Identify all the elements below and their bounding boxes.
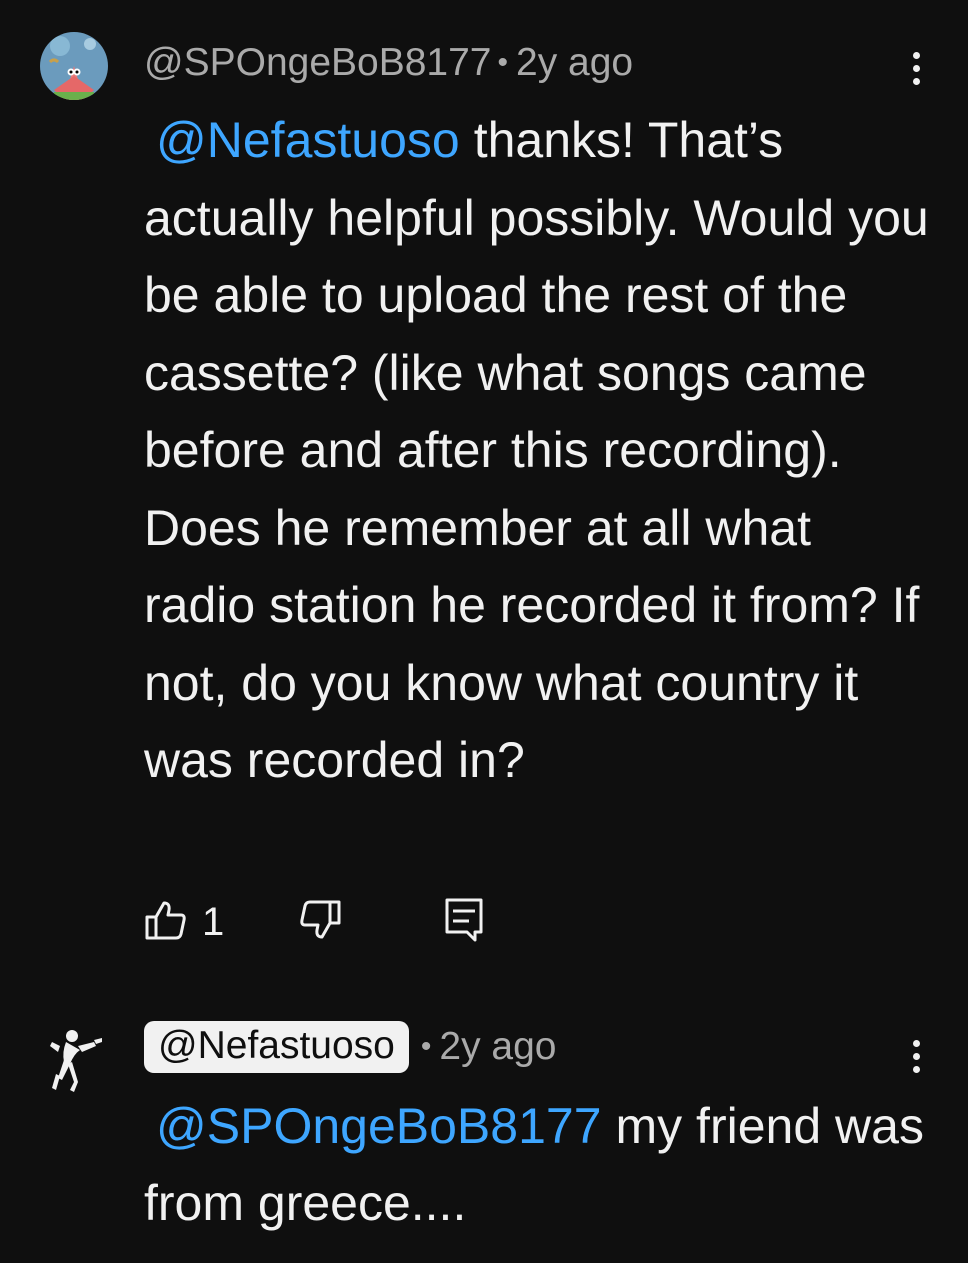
reply-button[interactable] — [442, 896, 486, 948]
comment-header: @Nefastuoso • 2y ago — [144, 1021, 557, 1073]
comment-timestamp[interactable]: 2y ago — [439, 1025, 556, 1069]
separator-dot: • — [497, 46, 509, 79]
comment-actions: 1 — [144, 896, 544, 948]
comment-header: @SPOngeBoB8177 • 2y ago — [144, 40, 633, 86]
separator-dot: • — [420, 1030, 432, 1063]
thumb-up-icon — [144, 898, 188, 947]
mention-link[interactable]: @SPOngeBoB8177 — [156, 1098, 602, 1154]
comment-text: @Nefastuoso thanks! That’s actually helpf… — [144, 102, 934, 800]
like-count: 1 — [202, 899, 225, 944]
comment-body: thanks! That’s actually helpful possibly… — [144, 112, 929, 788]
comment-timestamp[interactable]: 2y ago — [516, 41, 633, 85]
patrick-star-avatar-icon[interactable] — [40, 32, 108, 100]
comment-text: @SPOngeBoB8177 my friend was from greece.… — [144, 1088, 934, 1242]
more-vert-icon[interactable] — [902, 1036, 932, 1076]
thumb-down-icon — [298, 898, 342, 947]
mention-link[interactable]: @Nefastuoso — [156, 112, 460, 168]
dancing-figure-avatar-icon[interactable] — [44, 1024, 108, 1094]
comment-author[interactable]: @Nefastuoso — [144, 1021, 409, 1073]
comment-author[interactable]: @SPOngeBoB8177 — [144, 41, 492, 85]
like-button[interactable]: 1 — [144, 896, 224, 948]
dislike-button[interactable] — [298, 896, 342, 948]
reply-comment-icon — [442, 896, 486, 949]
more-vert-icon[interactable] — [902, 48, 932, 88]
